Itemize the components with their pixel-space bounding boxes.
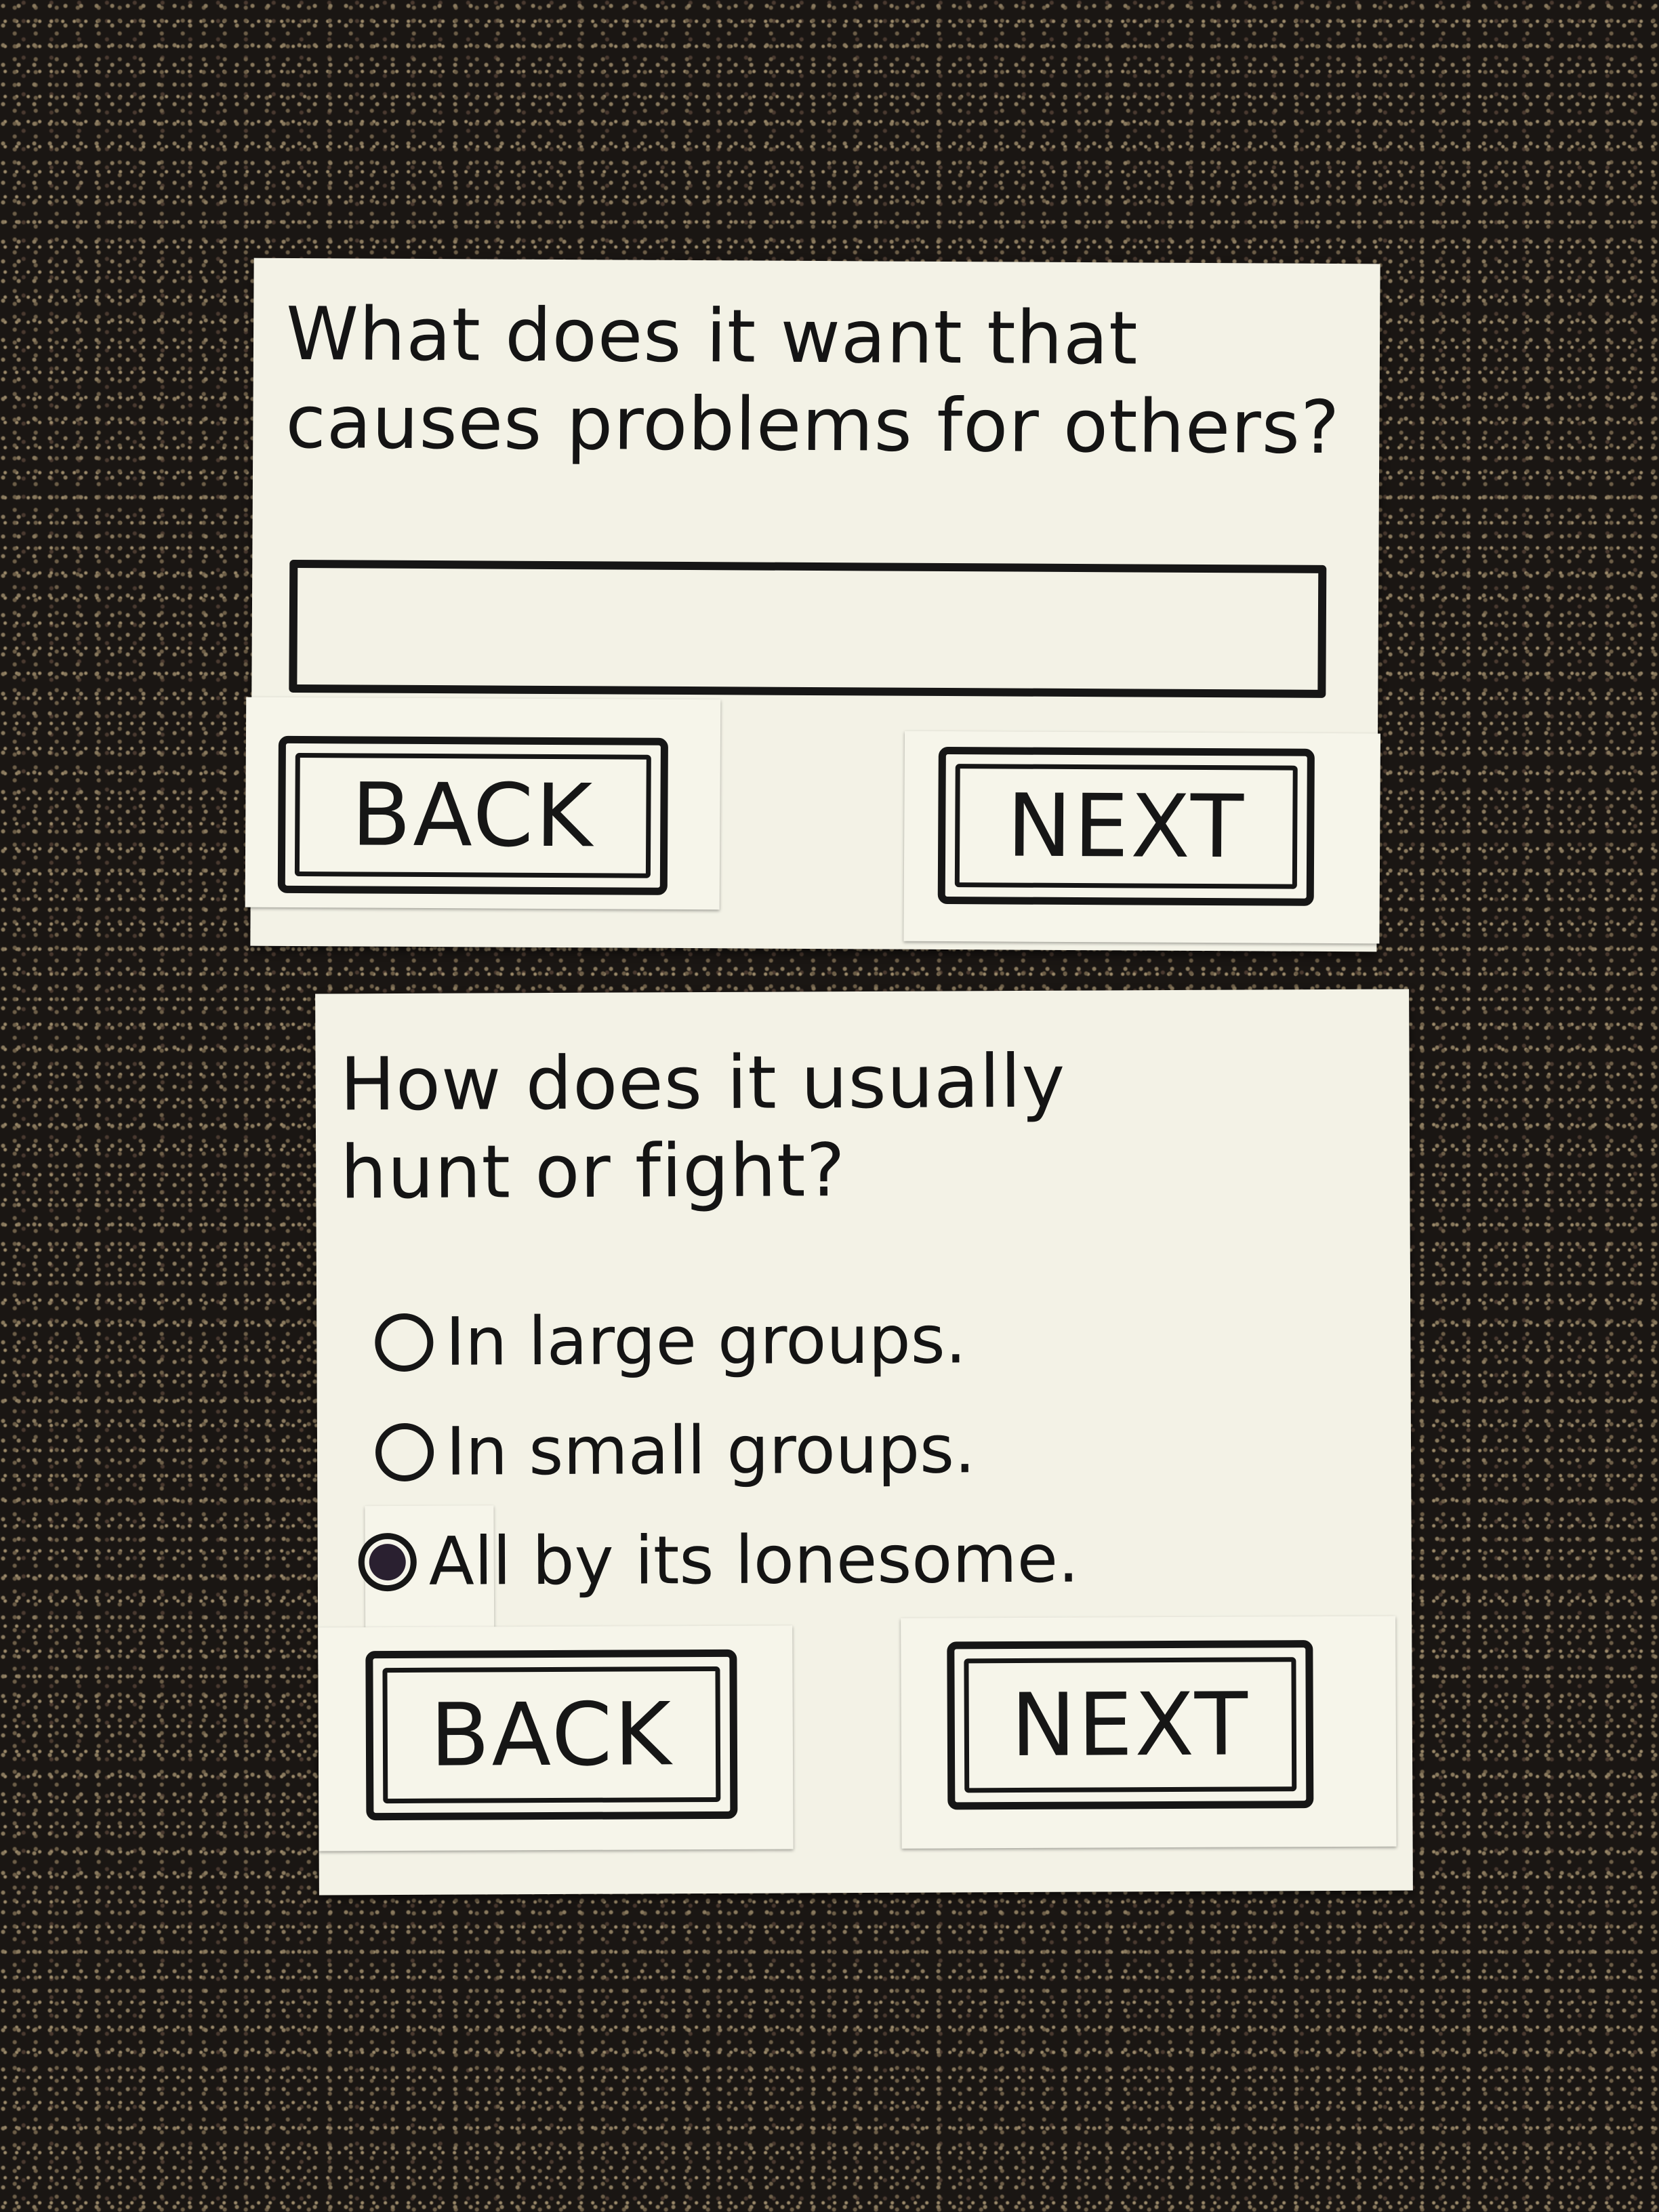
- radio-button-unselected[interactable]: [375, 1313, 434, 1372]
- back-button-label: BACK: [351, 764, 595, 867]
- screen-card-1: What does it want that causes problems f…: [245, 258, 1381, 952]
- next-button-label: NEXT: [1006, 775, 1246, 878]
- question-title: What does it want that causes problems f…: [285, 291, 1340, 472]
- next-button[interactable]: NEXT: [937, 746, 1315, 906]
- option-label: In large groups.: [445, 1301, 967, 1381]
- screen-card-2: How does it usually hunt or fight? In la…: [315, 989, 1413, 1896]
- next-button[interactable]: NEXT: [947, 1640, 1314, 1810]
- next-button-label: NEXT: [1010, 1674, 1250, 1776]
- option-by-its-lonesome[interactable]: All by its lonesome.: [358, 1505, 1080, 1635]
- question-line-2: hunt or fight?: [340, 1128, 846, 1215]
- back-button[interactable]: BACK: [365, 1649, 738, 1821]
- back-button[interactable]: BACK: [277, 735, 668, 895]
- answer-input[interactable]: [289, 559, 1327, 698]
- option-large-groups[interactable]: In large groups.: [375, 1296, 966, 1387]
- option-label: All by its lonesome.: [428, 1520, 1080, 1601]
- option-label: In small groups.: [445, 1411, 976, 1491]
- radio-button-selected[interactable]: [358, 1532, 417, 1592]
- question-title: How does it usually hunt or fight?: [340, 1038, 1066, 1217]
- radio-selected-dot: [369, 1543, 406, 1581]
- option-small-groups[interactable]: In small groups.: [375, 1406, 976, 1496]
- question-line-1: What does it want that: [285, 291, 1139, 382]
- back-button-label: BACK: [430, 1683, 674, 1786]
- radio-button-unselected[interactable]: [375, 1422, 434, 1482]
- question-line-1: How does it usually: [340, 1039, 1066, 1128]
- question-line-2: causes problems for others?: [285, 380, 1340, 470]
